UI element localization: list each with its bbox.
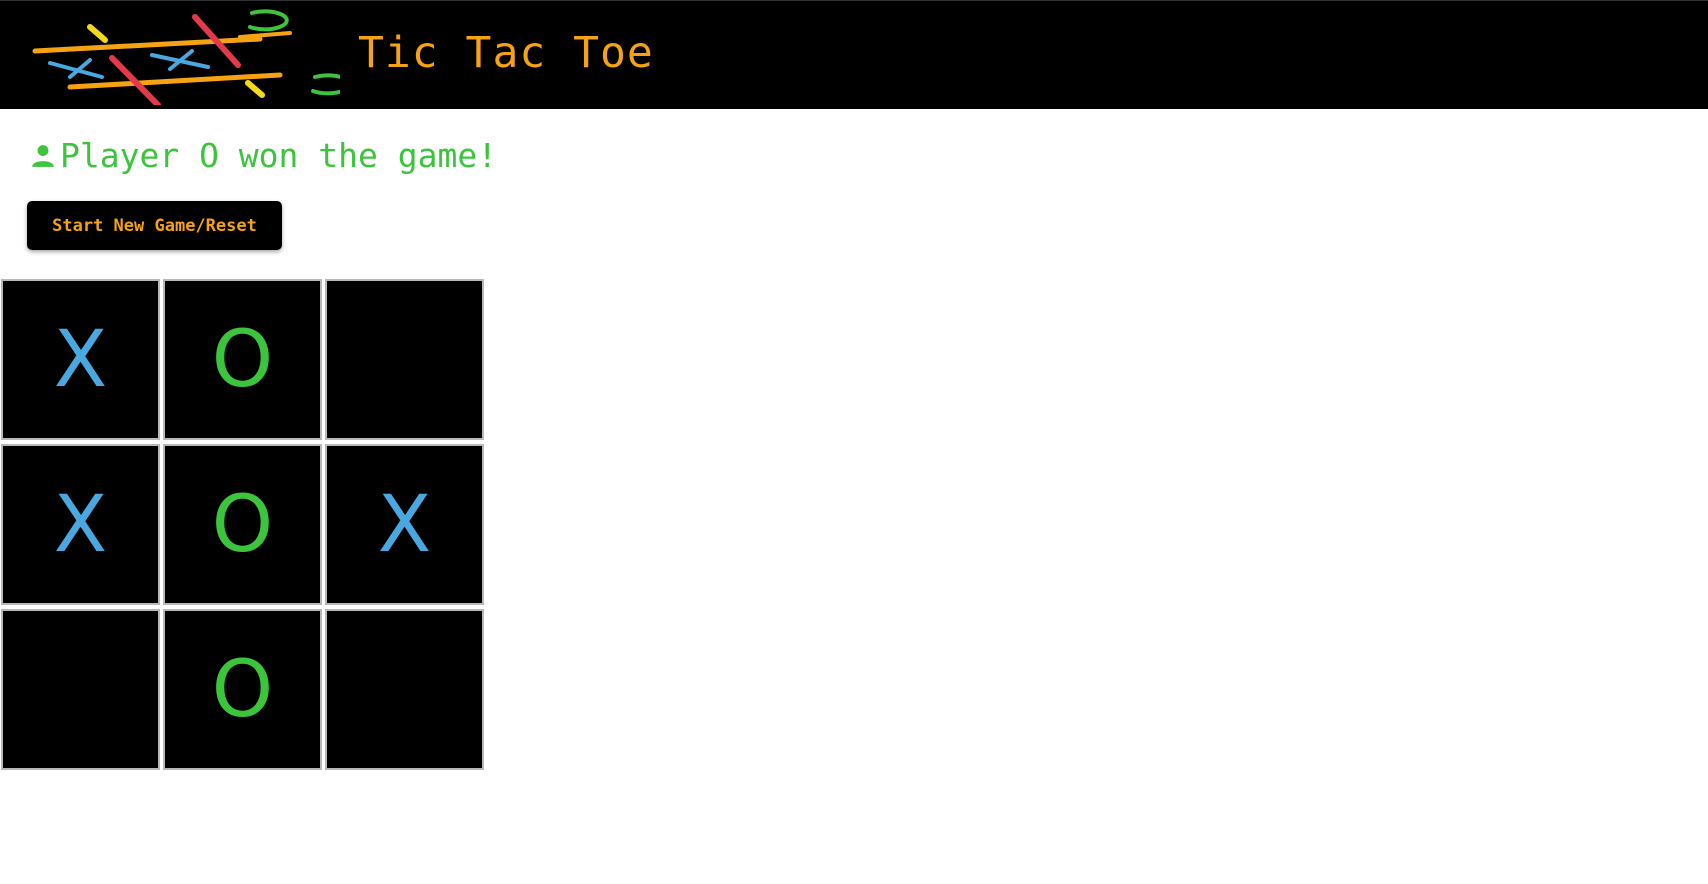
board-cell[interactable]: [325, 279, 484, 440]
board-cell[interactable]: [1, 609, 160, 770]
board-cell[interactable]: O: [163, 279, 322, 440]
reset-game-button[interactable]: Start New Game/Reset: [27, 201, 282, 250]
app-title: Tic Tac Toe: [358, 28, 654, 78]
game-status: Player O won the game!: [30, 136, 497, 176]
board-cell[interactable]: O: [163, 609, 322, 770]
board-cell[interactable]: X: [1, 279, 160, 440]
game-board: X O X O X O: [1, 279, 487, 771]
board-cell[interactable]: X: [1, 444, 160, 605]
user-icon: [32, 145, 54, 167]
board-cell[interactable]: [325, 609, 484, 770]
board-cell[interactable]: O: [163, 444, 322, 605]
status-message: Player O won the game!: [60, 136, 498, 175]
app-header: Tic Tac Toe: [0, 0, 1708, 109]
tic-tac-toe-logo: [32, 9, 340, 105]
board-cell[interactable]: X: [325, 444, 484, 605]
